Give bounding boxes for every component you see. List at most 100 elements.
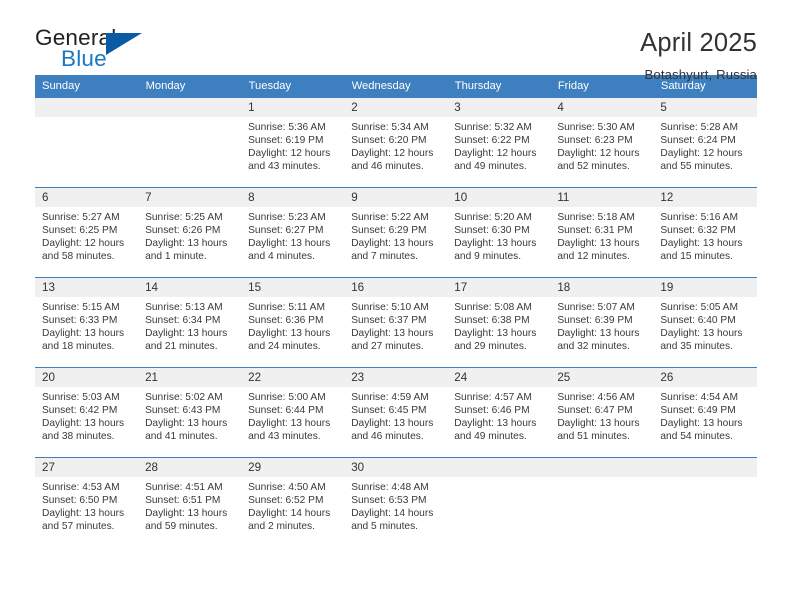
day-details: Sunrise: 5:20 AM Sunset: 6:30 PM Daylight:… — [447, 207, 550, 263]
day-number: 30 — [344, 458, 448, 477]
day-number — [35, 98, 139, 117]
calendar-day-cell[interactable]: 24 Sunrise: 4:57 AM Sunset: 6:46 PM Dayligh… — [447, 367, 551, 458]
calendar-day-cell[interactable]: 29 Sunrise: 4:50 AM Sunset: 6:52 PM Dayligh… — [241, 457, 345, 548]
day-details: Sunrise: 5:36 AM Sunset: 6:19 PM Daylight:… — [241, 117, 344, 173]
weekday-header-monday: Monday — [138, 75, 242, 98]
sunrise-time: Sunrise: 4:59 AM — [351, 392, 429, 403]
sunset-time: Sunset: 6:50 PM — [42, 495, 118, 507]
sunset-time: Sunset: 6:51 PM — [145, 495, 221, 507]
calendar-day-cell[interactable]: 21 Sunrise: 5:02 AM Sunset: 6:43 PM Dayligh… — [138, 367, 242, 458]
calendar-day-cell[interactable]: 4 Sunrise: 5:30 AM Sunset: 6:23 PM Daylight… — [550, 97, 654, 188]
sunset-time: Sunset: 6:43 PM — [145, 405, 221, 417]
calendar-day-cell[interactable]: 5 Sunrise: 5:28 AM Sunset: 6:24 PM Daylight… — [653, 97, 757, 188]
calendar-day-cell[interactable]: 23 Sunrise: 4:59 AM Sunset: 6:45 PM Dayligh… — [344, 367, 448, 458]
calendar-day-cell[interactable]: 25 Sunrise: 4:56 AM Sunset: 6:47 PM Dayligh… — [550, 367, 654, 458]
day-number: 26 — [653, 368, 757, 387]
daylight-duration-line2: and 51 minutes. — [557, 431, 630, 443]
weekday-header-wednesday: Wednesday — [344, 75, 448, 98]
calendar-day-cell[interactable]: 11 Sunrise: 5:18 AM Sunset: 6:31 PM Dayligh… — [550, 187, 654, 278]
sunrise-time: Sunrise: 5:34 AM — [351, 122, 429, 133]
day-details: Sunrise: 5:10 AM Sunset: 6:37 PM Daylight:… — [344, 297, 447, 353]
day-details: Sunrise: 5:13 AM Sunset: 6:34 PM Daylight:… — [138, 297, 241, 353]
daylight-duration-line1: Daylight: 12 hours — [42, 238, 125, 250]
calendar-day-cell[interactable]: 16 Sunrise: 5:10 AM Sunset: 6:37 PM Dayligh… — [344, 277, 448, 368]
day-number: 15 — [241, 278, 345, 297]
page-title: April 2025 — [640, 29, 757, 57]
calendar-week-row: 13 Sunrise: 5:15 AM Sunset: 6:33 PM Dayligh… — [35, 277, 757, 368]
sunrise-time: Sunrise: 5:18 AM — [557, 212, 635, 223]
day-details: Sunrise: 5:07 AM Sunset: 6:39 PM Daylight:… — [550, 297, 653, 353]
calendar-day-cell[interactable]: 7 Sunrise: 5:25 AM Sunset: 6:26 PM Daylight… — [138, 187, 242, 278]
sunrise-time: Sunrise: 4:54 AM — [660, 392, 738, 403]
sunrise-time: Sunrise: 4:57 AM — [454, 392, 532, 403]
calendar-day-cell[interactable]: 9 Sunrise: 5:22 AM Sunset: 6:29 PM Daylight… — [344, 187, 448, 278]
daylight-duration-line2: and 18 minutes. — [42, 341, 115, 353]
calendar-day-cell[interactable]: 10 Sunrise: 5:20 AM Sunset: 6:30 PM Dayligh… — [447, 187, 551, 278]
sunset-time: Sunset: 6:37 PM — [351, 315, 427, 327]
sunset-time: Sunset: 6:31 PM — [557, 225, 633, 237]
sunrise-time: Sunrise: 5:11 AM — [248, 302, 325, 313]
day-number — [653, 458, 757, 477]
calendar-day-cell[interactable]: 20 Sunrise: 5:03 AM Sunset: 6:42 PM Dayligh… — [35, 367, 139, 458]
calendar-day-cell[interactable]: 2 Sunrise: 5:34 AM Sunset: 6:20 PM Daylight… — [344, 97, 448, 188]
calendar-day-cell[interactable]: 15 Sunrise: 5:11 AM Sunset: 6:36 PM Dayligh… — [241, 277, 345, 368]
day-number: 11 — [550, 188, 654, 207]
day-details: Sunrise: 5:27 AM Sunset: 6:25 PM Daylight:… — [35, 207, 138, 263]
calendar-day-cell[interactable]: 13 Sunrise: 5:15 AM Sunset: 6:33 PM Dayligh… — [35, 277, 139, 368]
calendar-day-cell[interactable]: 12 Sunrise: 5:16 AM Sunset: 6:32 PM Dayligh… — [653, 187, 757, 278]
calendar-day-cell[interactable]: 1 Sunrise: 5:36 AM Sunset: 6:19 PM Daylight… — [241, 97, 345, 188]
sunrise-time: Sunrise: 5:16 AM — [660, 212, 738, 223]
general-blue-logo[interactable]: General Blue — [35, 26, 155, 75]
calendar-day-cell[interactable]: 3 Sunrise: 5:32 AM Sunset: 6:22 PM Daylight… — [447, 97, 551, 188]
calendar-week-row: 1 Sunrise: 5:36 AM Sunset: 6:19 PM Daylight… — [35, 97, 757, 188]
day-details: Sunrise: 5:15 AM Sunset: 6:33 PM Daylight:… — [35, 297, 138, 353]
calendar-day-cell[interactable]: 17 Sunrise: 5:08 AM Sunset: 6:38 PM Dayligh… — [447, 277, 551, 368]
daylight-duration-line2: and 9 minutes. — [454, 251, 522, 263]
day-number: 14 — [138, 278, 242, 297]
daylight-duration-line1: Daylight: 13 hours — [351, 238, 434, 250]
calendar-day-cell-empty — [35, 97, 139, 188]
sunset-time: Sunset: 6:22 PM — [454, 135, 530, 147]
daylight-duration-line1: Daylight: 12 hours — [351, 148, 434, 160]
calendar-day-cell[interactable]: 30 Sunrise: 4:48 AM Sunset: 6:53 PM Dayligh… — [344, 457, 448, 548]
calendar-day-cell[interactable]: 27 Sunrise: 4:53 AM Sunset: 6:50 PM Dayligh… — [35, 457, 139, 548]
daylight-duration-line2: and 7 minutes. — [351, 251, 419, 263]
sunrise-time: Sunrise: 5:08 AM — [454, 302, 532, 313]
daylight-duration-line2: and 2 minutes. — [248, 521, 315, 533]
sunset-time: Sunset: 6:34 PM — [145, 315, 221, 327]
calendar-day-cell[interactable]: 26 Sunrise: 4:54 AM Sunset: 6:49 PM Dayligh… — [653, 367, 757, 458]
sunset-time: Sunset: 6:38 PM — [454, 315, 530, 327]
calendar-day-cell[interactable]: 22 Sunrise: 5:00 AM Sunset: 6:44 PM Dayligh… — [241, 367, 345, 458]
sunset-time: Sunset: 6:45 PM — [351, 405, 427, 417]
daylight-duration-line1: Daylight: 12 hours — [557, 148, 640, 160]
calendar-day-cell[interactable]: 14 Sunrise: 5:13 AM Sunset: 6:34 PM Dayligh… — [138, 277, 242, 368]
daylight-duration-line2: and 49 minutes. — [454, 431, 527, 443]
day-number: 4 — [550, 98, 654, 117]
daylight-duration-line1: Daylight: 12 hours — [454, 148, 537, 160]
day-details: Sunrise: 5:22 AM Sunset: 6:29 PM Daylight:… — [344, 207, 447, 263]
sunset-time: Sunset: 6:44 PM — [248, 405, 324, 417]
sunrise-time: Sunrise: 5:07 AM — [557, 302, 635, 313]
calendar-day-cell[interactable]: 18 Sunrise: 5:07 AM Sunset: 6:39 PM Dayligh… — [550, 277, 654, 368]
sunset-time: Sunset: 6:23 PM — [557, 135, 633, 147]
daylight-duration-line2: and 46 minutes. — [351, 431, 424, 443]
day-details: Sunrise: 4:54 AM Sunset: 6:49 PM Daylight:… — [653, 387, 756, 443]
day-number: 12 — [653, 188, 757, 207]
sunrise-time: Sunrise: 5:27 AM — [42, 212, 120, 223]
daylight-duration-line1: Daylight: 13 hours — [248, 418, 331, 430]
day-number: 16 — [344, 278, 448, 297]
calendar-day-cell[interactable]: 28 Sunrise: 4:51 AM Sunset: 6:51 PM Dayligh… — [138, 457, 242, 548]
calendar-day-cell[interactable]: 8 Sunrise: 5:23 AM Sunset: 6:27 PM Daylight… — [241, 187, 345, 278]
daylight-duration-line2: and 54 minutes. — [660, 431, 733, 443]
sunrise-time: Sunrise: 5:25 AM — [145, 212, 223, 223]
sunrise-time: Sunrise: 5:05 AM — [660, 302, 738, 313]
day-number — [138, 98, 242, 117]
calendar-day-cell[interactable]: 19 Sunrise: 5:05 AM Sunset: 6:40 PM Dayligh… — [653, 277, 757, 368]
daylight-duration-line1: Daylight: 13 hours — [42, 418, 125, 430]
day-number: 18 — [550, 278, 654, 297]
calendar-day-cell[interactable]: 6 Sunrise: 5:27 AM Sunset: 6:25 PM Daylight… — [35, 187, 139, 278]
day-details: Sunrise: 5:32 AM Sunset: 6:22 PM Daylight:… — [447, 117, 550, 173]
day-details: Sunrise: 5:00 AM Sunset: 6:44 PM Daylight:… — [241, 387, 344, 443]
calendar-week-row: 20 Sunrise: 5:03 AM Sunset: 6:42 PM Dayligh… — [35, 367, 757, 458]
daylight-duration-line2: and 41 minutes. — [145, 431, 218, 443]
